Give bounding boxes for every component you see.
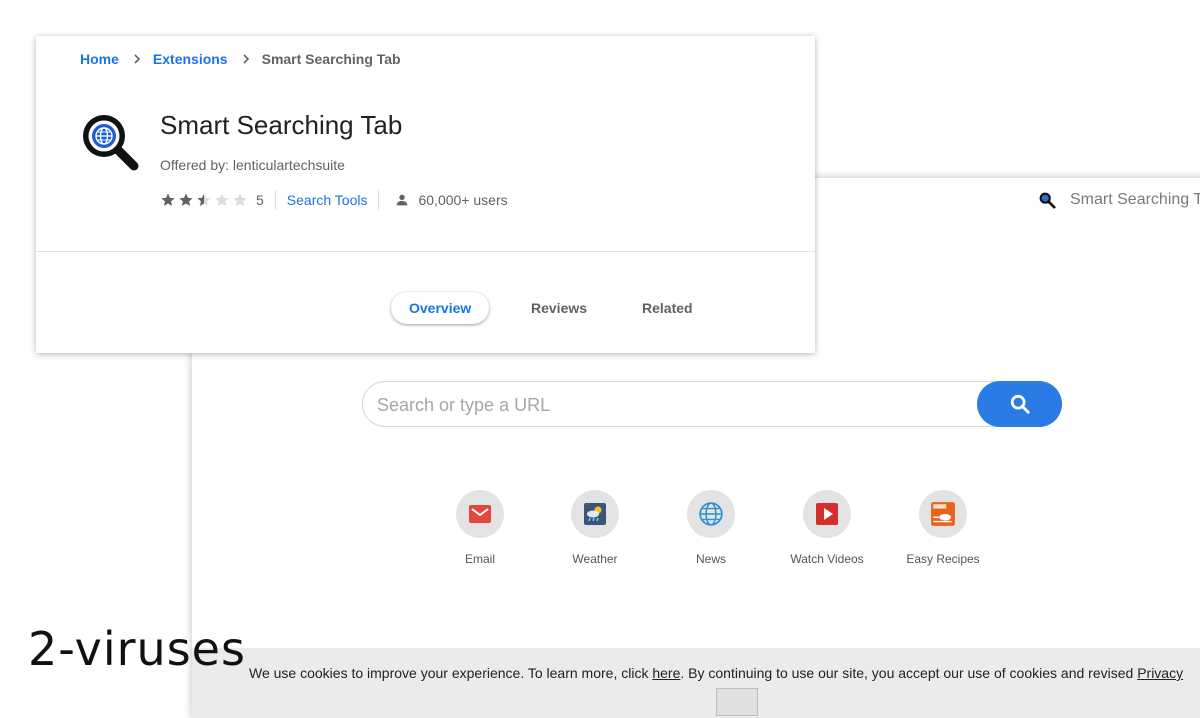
globe-icon bbox=[699, 502, 723, 526]
shortcut-watch-videos[interactable]: Watch Videos bbox=[777, 490, 877, 566]
divider bbox=[274, 190, 276, 210]
breadcrumb-extensions[interactable]: Extensions bbox=[153, 51, 228, 67]
shortcut-news-label: News bbox=[695, 552, 726, 566]
newtab-brand-label: Smart Searching Tab bbox=[1070, 191, 1200, 208]
cookie-text: We use cookies to improve your experienc… bbox=[249, 665, 1183, 681]
tab-related[interactable]: Related bbox=[624, 292, 711, 324]
divider bbox=[378, 190, 380, 210]
chevron-right-icon bbox=[133, 53, 141, 65]
star-empty-icon bbox=[215, 193, 229, 206]
shortcut-news[interactable]: News bbox=[661, 490, 761, 566]
cookie-text-part2: . By continuing to use our site, you acc… bbox=[680, 665, 1138, 681]
search-box bbox=[362, 381, 1062, 428]
star-filled-icon bbox=[161, 193, 175, 206]
email-icon bbox=[469, 505, 491, 523]
extension-logo-icon bbox=[83, 115, 139, 171]
divider bbox=[36, 251, 815, 252]
search-icon bbox=[1010, 394, 1030, 414]
star-filled-icon bbox=[179, 193, 193, 206]
users-count: 60,000+ users bbox=[418, 192, 508, 208]
cookie-banner: We use cookies to improve your experienc… bbox=[192, 648, 1200, 718]
web-store-card: Home Extensions Smart Searching Tab Smar… bbox=[36, 36, 815, 353]
search-input[interactable] bbox=[375, 382, 969, 428]
shortcut-weather[interactable]: Weather bbox=[545, 490, 645, 566]
star-half-icon bbox=[197, 193, 211, 206]
user-icon bbox=[397, 194, 408, 206]
detail-tabs: Overview Reviews Related bbox=[36, 292, 815, 326]
cookie-accept-button[interactable] bbox=[716, 688, 758, 716]
cookie-learn-more-link[interactable]: here bbox=[652, 665, 680, 681]
shortcut-videos-label: Watch Videos bbox=[790, 552, 864, 566]
cookie-text-part1: We use cookies to improve your experienc… bbox=[249, 665, 653, 681]
chevron-right-icon bbox=[242, 53, 250, 65]
breadcrumb-home[interactable]: Home bbox=[80, 51, 119, 67]
recipes-icon bbox=[931, 502, 955, 526]
extension-title: Smart Searching Tab bbox=[160, 110, 403, 140]
shortcut-easy-recipes[interactable]: Easy Recipes bbox=[893, 490, 993, 566]
star-empty-icon bbox=[233, 193, 247, 206]
rating-count[interactable]: 5 bbox=[256, 192, 264, 208]
privacy-link[interactable]: Privacy bbox=[1137, 665, 1183, 681]
watermark-logo: 2-viruses bbox=[28, 622, 246, 676]
weather-icon bbox=[584, 503, 606, 525]
tab-overview[interactable]: Overview bbox=[391, 292, 490, 324]
rating-row: 5 Search Tools 60,000+ users bbox=[160, 190, 508, 210]
newtab-brand[interactable]: Smart Searching Tab bbox=[1038, 191, 1200, 209]
shortcut-email-label: Email bbox=[464, 552, 495, 566]
shortcut-weather-label: Weather bbox=[572, 552, 618, 566]
play-video-icon bbox=[816, 503, 838, 525]
breadcrumb-current: Smart Searching Tab bbox=[261, 51, 401, 67]
offered-by: Offered by: lenticulartechsuite bbox=[160, 157, 345, 173]
search-button[interactable] bbox=[977, 381, 1062, 427]
shortcut-recipes-label: Easy Recipes bbox=[906, 552, 980, 566]
breadcrumb: Home Extensions Smart Searching Tab bbox=[80, 51, 401, 67]
magnifier-logo-icon bbox=[1039, 192, 1056, 209]
tab-reviews[interactable]: Reviews bbox=[513, 292, 605, 324]
shortcut-email[interactable]: Email bbox=[430, 490, 530, 566]
star-rating[interactable] bbox=[160, 192, 250, 208]
category-link[interactable]: Search Tools bbox=[287, 192, 368, 208]
